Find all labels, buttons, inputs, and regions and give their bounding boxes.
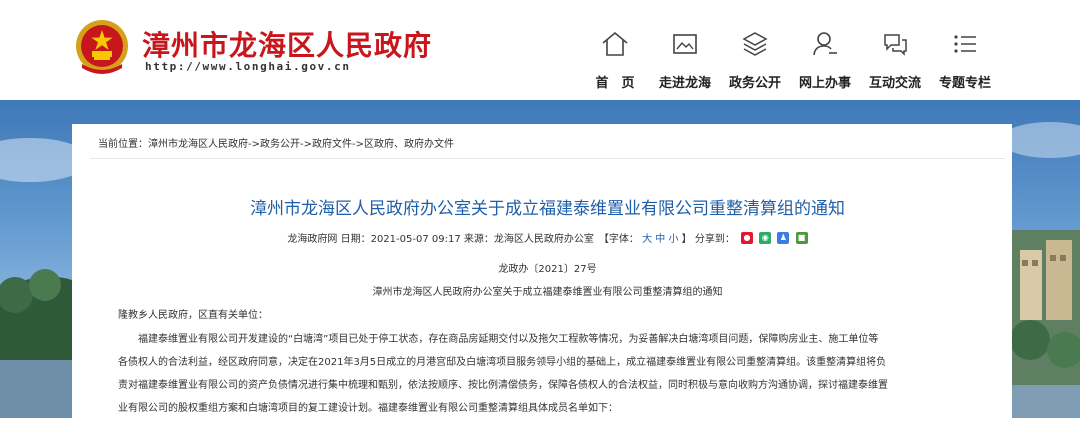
- font-size-large-link[interactable]: 大: [642, 234, 652, 245]
- nav-label-gov-affairs: 政务公开: [728, 76, 781, 91]
- site-title[interactable]: 漳州市龙海区人民政府: [142, 24, 432, 64]
- nav-about[interactable]: 走进龙海: [650, 28, 720, 91]
- nav-label-special-topics: 专题专栏: [938, 76, 991, 91]
- site-url[interactable]: http://www.longhai.gov.cn: [145, 60, 351, 73]
- article-paragraph-line: 责对福建泰维置业有限公司的资产负债情况进行集中梳理和甄别，依法按顺序、按比例清偿…: [118, 380, 888, 391]
- breadcrumb: 当前位置：漳州市龙海区人民政府->政务公开->政府文件->区政府、政府办文件: [98, 135, 454, 150]
- article-meta: 龙海政府网 日期：2021-05-07 09:17 来源：龙海区人民政府办公室 …: [90, 230, 1005, 245]
- breadcrumb-divider: [90, 158, 1005, 159]
- breadcrumb-link-district-docs[interactable]: ->区政府、政府办文件: [352, 139, 454, 150]
- article-salutation: 隆教乡人民政府，区直有关单位：: [118, 310, 268, 321]
- article-title: 漳州市龙海区人民政府办公室关于成立福建泰维置业有限公司重整清算组的通知: [250, 199, 845, 219]
- chat-icon: [884, 34, 907, 56]
- nav-online-services[interactable]: 网上办事: [790, 28, 860, 91]
- nav-interaction[interactable]: 互动交流: [860, 28, 930, 91]
- nav-label-home: 首 页: [595, 76, 635, 91]
- share-label: 】 分享到：: [681, 234, 735, 245]
- breadcrumb-link-home[interactable]: 漳州市龙海区人民政府: [148, 139, 248, 150]
- breadcrumb-link-gov-affairs[interactable]: ->政务公开: [248, 139, 300, 150]
- list-icon: [954, 35, 976, 53]
- home-icon: [602, 31, 628, 56]
- wechat-share-icon[interactable]: ◉: [759, 231, 772, 244]
- document-number: 龙政办〔2021〕27号: [498, 264, 597, 275]
- national-emblem-icon: [76, 20, 128, 74]
- breadcrumb-link-gov-docs[interactable]: ->政府文件: [300, 139, 352, 150]
- font-size-medium-link[interactable]: 中: [655, 234, 665, 245]
- article-meta-info: 龙海政府网 日期：2021-05-07 09:17 来源：龙海区人民政府办公室 …: [287, 234, 639, 245]
- weibo-share-icon[interactable]: ●: [741, 231, 754, 244]
- nav-gov-affairs[interactable]: 政务公开: [720, 28, 790, 91]
- nav-label-about: 走进龙海: [658, 76, 711, 91]
- document-subtitle: 漳州市龙海区人民政府办公室关于成立福建泰维置业有限公司重整清算组的通知: [372, 287, 723, 298]
- layers-icon: [742, 32, 768, 56]
- site-header: 漳州市龙海区人民政府 http://www.longhai.gov.cn 首 页…: [0, 0, 1080, 100]
- nav-home[interactable]: 首 页: [580, 28, 650, 91]
- nav-label-online-services: 网上办事: [798, 76, 851, 91]
- article-paragraph-line: 福建泰维置业有限公司开发建设的“白塘湾”项目已处于停工状态，存在商品房延期交付以…: [118, 334, 879, 345]
- douban-share-icon[interactable]: ■: [795, 231, 808, 244]
- nav-special-topics[interactable]: 专题专栏: [930, 28, 1000, 91]
- breadcrumb-prefix: 当前位置：: [98, 139, 148, 150]
- article-paragraph-line: 业有限公司的股权重组方案和白塘湾项目的复工建设计划。福建泰维置业有限公司重整清算…: [118, 403, 618, 414]
- article-paragraph-line: 各债权人的合法利益，经区政府同意，决定在2021年3月5日成立的月港宫邸及白塘湾…: [118, 357, 887, 368]
- user-icon: [813, 32, 837, 56]
- font-size-small-link[interactable]: 小: [668, 234, 678, 245]
- qq-share-icon[interactable]: ♟: [777, 231, 790, 244]
- picture-icon: [673, 34, 697, 54]
- nav-label-interaction: 互动交流: [868, 76, 921, 91]
